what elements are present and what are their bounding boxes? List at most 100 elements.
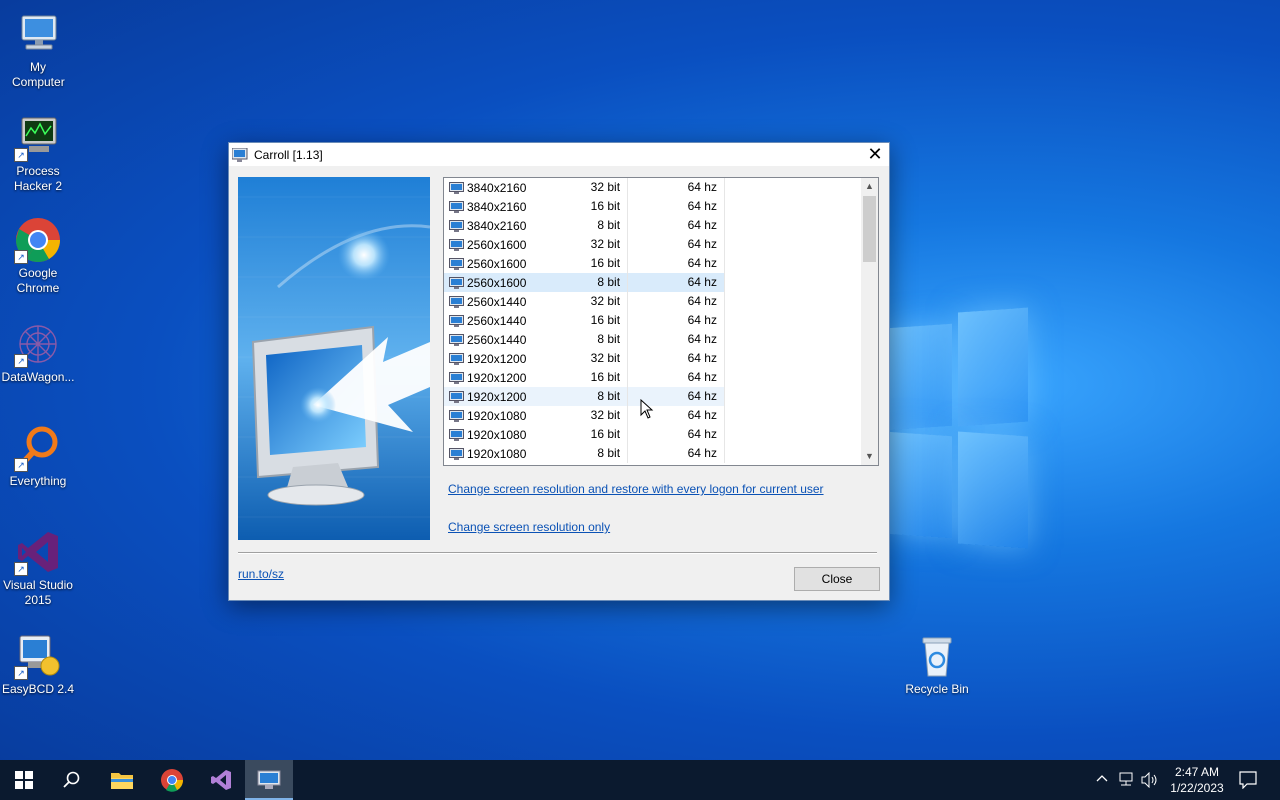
color-depth-cell: 16 bit [544, 197, 629, 216]
restore-resolution-link[interactable]: Change screen resolution and restore wit… [448, 482, 824, 496]
shortcut-arrow-icon: ↗ [14, 250, 28, 264]
start-button[interactable] [0, 760, 48, 800]
resolution-row[interactable]: 1920x1080 16 bit 64 hz [444, 425, 725, 444]
taskbar-search-button[interactable] [48, 760, 96, 800]
monitor-icon [449, 428, 465, 441]
resolution-row[interactable]: 1920x1200 8 bit 64 hz [444, 387, 725, 406]
refresh-rate-cell: 64 hz [628, 197, 725, 216]
desktop-icon-easybcd[interactable]: ↗ EasyBCD 2.4 [0, 632, 76, 697]
resolution-list[interactable]: 3840x2160 32 bit 64 hz 3840x2160 16 bit 64 hz… [443, 177, 879, 466]
list-scrollbar[interactable]: ▲ ▼ [861, 178, 878, 465]
scroll-down-icon[interactable]: ▼ [861, 448, 878, 465]
resolution-row[interactable]: 1920x1080 32 bit 64 hz [444, 406, 725, 425]
refresh-rate-cell: 64 hz [628, 254, 725, 273]
process-hacker-icon: ↗ [14, 114, 62, 162]
resolution-row[interactable]: 3840x2160 16 bit 64 hz [444, 197, 725, 216]
website-link[interactable]: run.to/sz [238, 567, 284, 581]
desktop-icon-process-hacker[interactable]: ↗ Process Hacker 2 [0, 114, 76, 194]
taskbar-clock[interactable]: 2:47 AM 1/22/2023 [1162, 764, 1232, 796]
resolution-row[interactable]: 3840x2160 8 bit 64 hz [444, 216, 725, 235]
taskbar-carroll[interactable] [245, 760, 293, 800]
dialog-separator [238, 552, 877, 554]
resolution-row[interactable]: 2560x1440 16 bit 64 hz [444, 311, 725, 330]
taskbar-file-explorer[interactable] [98, 760, 146, 800]
taskbar-visual-studio[interactable] [197, 760, 245, 800]
monitor-icon [449, 276, 465, 289]
wallpaper-windows-logo [888, 307, 1028, 549]
refresh-rate-cell: 64 hz [628, 330, 725, 349]
computer-icon [14, 10, 62, 58]
monitor-icon [449, 371, 465, 384]
resolution-row[interactable]: 1920x1200 32 bit 64 hz [444, 349, 725, 368]
resolution-cell: 2560x1440 [467, 313, 527, 328]
resolution-cell: 1920x1200 [467, 389, 527, 404]
resolution-row[interactable]: 3840x2160 32 bit 64 hz [444, 178, 725, 197]
resolution-cell: 2560x1600 [467, 237, 527, 252]
shortcut-arrow-icon: ↗ [14, 458, 28, 472]
resolution-cell: 3840x2160 [467, 218, 527, 233]
scrollbar-thumb[interactable] [863, 196, 876, 262]
dialog-titlebar[interactable]: Carroll [1.13] ✕ [229, 143, 889, 166]
monitor-icon [449, 181, 465, 194]
color-depth-cell: 8 bit [544, 444, 629, 463]
monitor-icon [449, 238, 465, 251]
taskbar-chrome[interactable] [148, 760, 196, 800]
refresh-rate-cell: 64 hz [628, 216, 725, 235]
color-depth-cell: 32 bit [544, 235, 629, 254]
resolution-row[interactable]: 2560x1440 8 bit 64 hz [444, 330, 725, 349]
taskbar: 2:47 AM 1/22/2023 [0, 760, 1280, 800]
chrome-icon [161, 769, 184, 792]
desktop-icon-my-computer[interactable]: My Computer [0, 10, 76, 90]
color-depth-cell: 8 bit [544, 387, 629, 406]
desktop-icon-label: Everything [9, 474, 67, 488]
refresh-rate-cell: 64 hz [628, 444, 725, 463]
resolution-cell: 2560x1600 [467, 256, 527, 271]
datawagon-icon: ↗ [14, 320, 62, 368]
monitor-icon [449, 390, 465, 403]
refresh-rate-cell: 64 hz [628, 292, 725, 311]
resolution-rows: 3840x2160 32 bit 64 hz 3840x2160 16 bit 64 hz… [444, 178, 878, 463]
volume-icon[interactable] [1141, 771, 1159, 791]
color-depth-cell: 16 bit [544, 311, 629, 330]
close-button[interactable]: Close [794, 567, 880, 591]
resolution-row[interactable]: 2560x1600 32 bit 64 hz [444, 235, 725, 254]
desktop-icon-visual-studio[interactable]: ↗ Visual Studio 2015 [0, 528, 76, 608]
visual-studio-icon [211, 770, 231, 790]
resolution-cell: 3840x2160 [467, 180, 527, 195]
color-depth-cell: 16 bit [544, 368, 629, 387]
windows-start-icon [15, 771, 33, 789]
resolution-row[interactable]: 2560x1440 32 bit 64 hz [444, 292, 725, 311]
monitor-icon [449, 409, 465, 422]
desktop-icon-google-chrome[interactable]: ↗ Google Chrome [0, 216, 76, 296]
desktop-icon-label: Recycle Bin [905, 682, 969, 696]
monitor-icon [449, 295, 465, 308]
resolution-cell: 2560x1600 [467, 275, 527, 290]
refresh-rate-cell: 64 hz [628, 235, 725, 254]
resolution-row[interactable]: 2560x1600 16 bit 64 hz [444, 254, 725, 273]
search-icon [63, 771, 80, 788]
desktop-icon-recycle-bin[interactable]: Recycle Bin [899, 632, 975, 697]
notifications-icon[interactable] [1239, 771, 1257, 792]
network-icon[interactable] [1118, 772, 1136, 791]
monitor-icon [449, 257, 465, 270]
resolution-row[interactable]: 2560x1600 8 bit 64 hz [444, 273, 725, 292]
show-hidden-icons-chevron-icon[interactable] [1096, 772, 1108, 787]
monitor-icon [449, 200, 465, 213]
color-depth-cell: 8 bit [544, 216, 629, 235]
shortcut-arrow-icon: ↗ [14, 148, 28, 162]
mouse-cursor-icon [640, 398, 654, 422]
change-resolution-only-link[interactable]: Change screen resolution only [448, 520, 610, 534]
monitor-icon [449, 314, 465, 327]
monitor-icon [449, 219, 465, 232]
scroll-up-icon[interactable]: ▲ [861, 178, 878, 195]
refresh-rate-cell: 64 hz [628, 178, 725, 197]
carroll-icon [257, 770, 281, 789]
desktop-icon-label: DataWagon... [1, 370, 75, 384]
desktop-icon-datawagon[interactable]: ↗ DataWagon... [0, 320, 76, 385]
close-icon[interactable]: ✕ [861, 143, 889, 166]
desktop-icon-everything[interactable]: ↗ Everything [0, 424, 76, 489]
resolution-row[interactable]: 1920x1200 16 bit 64 hz [444, 368, 725, 387]
clock-time: 2:47 AM [1174, 765, 1220, 779]
resolution-row[interactable]: 1920x1080 8 bit 64 hz [444, 444, 725, 463]
resolution-cell: 1920x1200 [467, 370, 527, 385]
